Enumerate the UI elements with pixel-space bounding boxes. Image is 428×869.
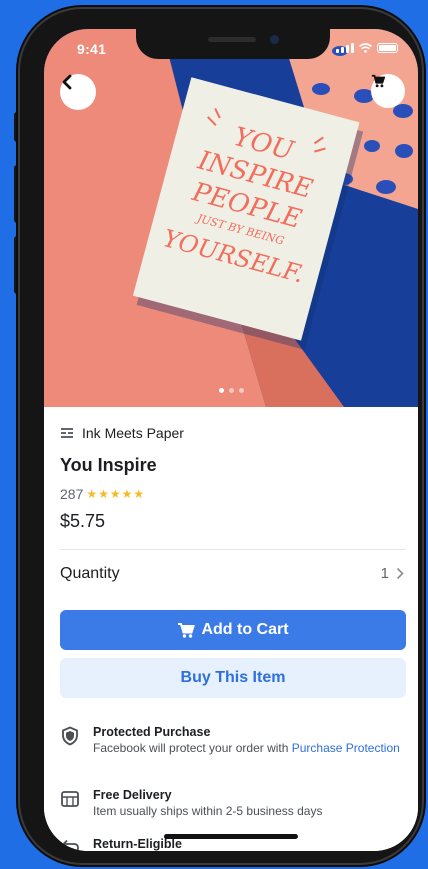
buy-this-item-button[interactable]: Buy This Item [60, 658, 406, 698]
back-button[interactable] [60, 74, 96, 110]
battery-icon [377, 43, 398, 53]
product-title: You Inspire [60, 455, 157, 475]
quantity-selector[interactable]: 1 [381, 565, 404, 582]
shield-icon [62, 726, 78, 746]
home-indicator[interactable] [164, 834, 298, 839]
status-time: 9:41 [77, 41, 107, 57]
product-image-carousel[interactable]: YOU INSPIRE PEOPLE JUST BY BEING YOURSEL… [44, 29, 418, 407]
wifi-icon [359, 43, 372, 53]
seller-name[interactable]: Ink Meets Paper [82, 425, 184, 441]
free-delivery-desc: Item usually ships within 2-5 business d… [93, 804, 323, 818]
carousel-dot[interactable] [218, 388, 224, 393]
return-eligible-title: Return-Eligible [93, 837, 182, 851]
cart-icon [371, 74, 385, 88]
rating-count: 287 [60, 486, 84, 502]
protected-purchase-title: Protected Purchase [93, 725, 211, 739]
divider [60, 549, 406, 550]
carousel-dot[interactable] [228, 388, 234, 393]
product-price: $5.75 [60, 511, 106, 531]
delivery-icon [61, 791, 79, 807]
return-eligible-row: Return-Eligible [60, 837, 406, 851]
cellular-signal-icon [336, 43, 354, 53]
protected-purchase-row: Protected Purchase Facebook will protect… [60, 725, 406, 756]
product-details: Ink Meets Paper You Inspire 287 ★★★★★ $5… [44, 407, 418, 851]
quantity-value: 1 [380, 565, 389, 582]
add-to-cart-button[interactable]: Add to Cart [60, 610, 406, 650]
cart-button[interactable] [371, 74, 405, 108]
product-photo: YOU INSPIRE PEOPLE JUST BY BEING YOURSEL… [44, 29, 418, 407]
back-arrow-icon [62, 74, 72, 90]
quantity-label: Quantity [60, 565, 120, 582]
protected-purchase-desc: Facebook will protect your order with Pu… [93, 740, 400, 756]
buy-label: Buy This Item [180, 669, 286, 686]
rating-row[interactable]: 287 ★★★★★ [60, 486, 145, 502]
free-delivery-title: Free Delivery [93, 788, 172, 802]
status-icons [336, 43, 398, 53]
protected-desc-text: Facebook will protect your order with [93, 741, 292, 755]
phone-screen: YOU INSPIRE PEOPLE JUST BY BEING YOURSEL… [44, 29, 418, 851]
purchase-protection-link[interactable]: Purchase Protection [292, 741, 400, 755]
chevron-right-icon [396, 567, 404, 580]
seller-row[interactable]: Ink Meets Paper [60, 425, 184, 441]
phone-notch [136, 29, 330, 59]
return-icon [62, 839, 79, 851]
free-delivery-row: Free Delivery Item usually ships within … [60, 788, 406, 819]
cart-icon [178, 623, 196, 638]
carousel-dot[interactable] [238, 388, 244, 393]
carousel-page-indicator [44, 388, 418, 393]
add-to-cart-label: Add to Cart [201, 621, 289, 638]
store-icon [61, 428, 73, 438]
star-rating: ★★★★★ [86, 487, 146, 501]
